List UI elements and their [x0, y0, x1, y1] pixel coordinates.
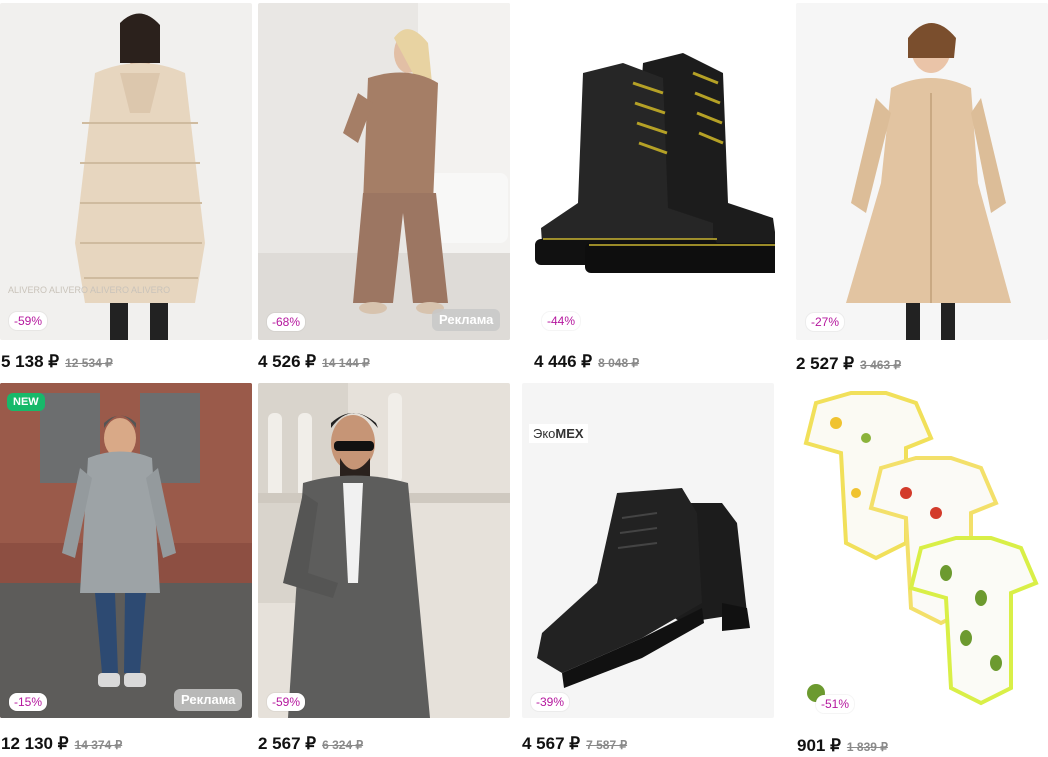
product-image[interactable]: ALIVERO ALIVERO ALIVERO ALIVERO [0, 3, 252, 340]
current-price: 4 446 ₽ [534, 352, 593, 371]
current-price: 12 130 ₽ [1, 734, 69, 753]
discount-badge: -59% [267, 693, 306, 711]
current-price: 2 527 ₽ [796, 354, 855, 373]
product-image[interactable] [523, 3, 775, 340]
ad-label: Реклама [174, 689, 243, 711]
discount-badge: -59% [9, 312, 48, 330]
old-price: 14 374 ₽ [74, 738, 123, 752]
price-row: 5 138 ₽ 12 534 ₽ [1, 352, 113, 372]
discount-badge: -51% [816, 695, 855, 713]
old-price: 7 587 ₽ [586, 738, 628, 752]
old-price: 1 839 ₽ [846, 740, 888, 754]
old-price: 3 463 ₽ [860, 358, 902, 372]
price-row: 4 526 ₽ 14 144 ₽ [258, 352, 370, 372]
old-price: 14 144 ₽ [322, 356, 370, 370]
product-image[interactable] [796, 3, 1048, 340]
price-row: 901 ₽ 1 839 ₽ [797, 736, 888, 756]
price-row: 12 130 ₽ 14 374 ₽ [1, 734, 122, 754]
current-price: 4 567 ₽ [522, 734, 581, 753]
discount-badge: -68% [267, 313, 306, 331]
new-badge: NEW [7, 393, 45, 411]
price-row: 4 446 ₽ 8 048 ₽ [534, 352, 639, 372]
current-price: 5 138 ₽ [1, 352, 60, 371]
price-row: 4 567 ₽ 7 587 ₽ [522, 734, 627, 754]
discount-badge: -39% [531, 693, 570, 711]
discount-badge: -44% [542, 312, 581, 330]
brand-logo: ЭкоMEX [529, 424, 588, 443]
old-price: 6 324 ₽ [322, 738, 364, 752]
old-price: 8 048 ₽ [598, 356, 640, 370]
price-row: 2 567 ₽ 6 324 ₽ [258, 734, 363, 754]
product-image[interactable] [796, 383, 1048, 718]
svg-text:ALIVERO ALIVERO ALIVERO ALI: ALIVERO ALIVERO ALIVERO ALIVERO [8, 285, 170, 295]
product-image[interactable] [258, 383, 510, 718]
product-image[interactable] [258, 3, 510, 340]
discount-badge: -27% [806, 313, 845, 331]
current-price: 4 526 ₽ [258, 352, 317, 371]
discount-badge: -15% [9, 693, 48, 711]
old-price: 12 534 ₽ [65, 356, 113, 370]
current-price: 2 567 ₽ [258, 734, 317, 753]
brand-prefix: Эко [533, 426, 556, 441]
current-price: 901 ₽ [797, 736, 841, 755]
product-image[interactable] [0, 383, 252, 718]
ad-label: Реклама [432, 309, 501, 331]
brand-suffix: MEX [555, 426, 584, 441]
price-row: 2 527 ₽ 3 463 ₽ [796, 354, 901, 374]
